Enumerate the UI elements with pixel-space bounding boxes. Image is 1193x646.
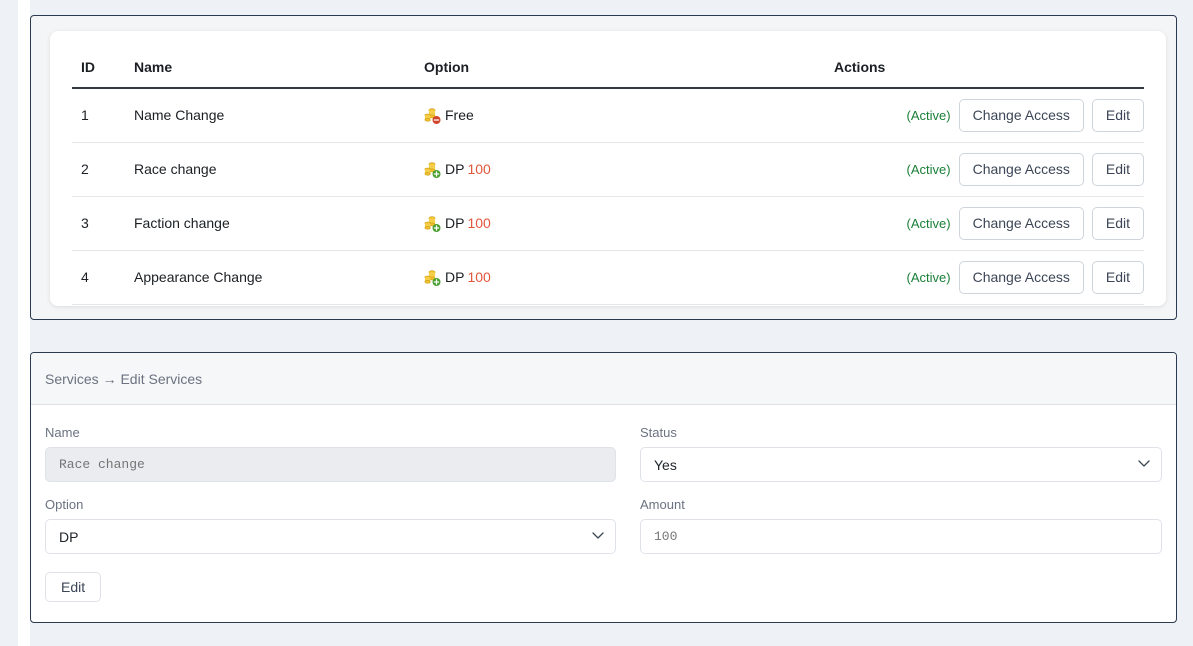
table-row: 3 Faction change DP 100 (Active) Change Acces… (72, 196, 1144, 251)
table-header-row: ID Name Option Actions (72, 31, 1144, 89)
column-header-option: Option (424, 31, 834, 89)
cell-name: Name Change (134, 88, 424, 143)
cell-id: 1 (72, 88, 134, 143)
field-status: Status YesNo (640, 425, 1162, 482)
cell-id: 2 (72, 142, 134, 197)
services-table: ID Name Option Actions 1 Name Change Free (… (72, 31, 1144, 305)
page-left-gutter (0, 0, 18, 646)
option-select[interactable]: DPFree (45, 519, 616, 554)
cell-option: DP 100 (424, 142, 834, 197)
cell-name: Race change (134, 142, 424, 197)
option-amount: 100 (467, 214, 491, 231)
field-amount: Amount (640, 497, 1162, 554)
coins-plus-icon (424, 215, 441, 232)
status-badge: (Active) (906, 107, 951, 123)
cell-id: 3 (72, 196, 134, 251)
cell-id: 4 (72, 250, 134, 305)
column-header-actions: Actions (834, 31, 1144, 89)
coins-plus-icon (424, 161, 441, 178)
change-access-button[interactable]: Change Access (958, 260, 1084, 294)
edit-button[interactable]: Edit (1091, 152, 1144, 186)
table-row: 4 Appearance Change DP 100 (Active) Change Ac… (72, 250, 1144, 305)
coins-minus-icon (424, 107, 441, 124)
cell-option: DP 100 (424, 196, 834, 251)
services-table-header: ID Name Option Actions (72, 31, 1144, 89)
services-table-body: 1 Name Change Free (Active) Change Access Edi… (72, 88, 1144, 305)
services-table-panel: ID Name Option Actions 1 Name Change Free (… (30, 15, 1177, 320)
amount-input[interactable] (640, 519, 1162, 554)
status-badge: (Active) (906, 215, 951, 231)
cell-option: DP 100 (424, 250, 834, 305)
cell-actions: (Active) Change Access Edit (834, 250, 1144, 305)
label-name: Name (45, 425, 80, 440)
cell-actions: (Active) Change Access Edit (834, 196, 1144, 251)
table-row: 2 Race change DP 100 (Active) Change Access Ed… (72, 142, 1144, 197)
edit-button[interactable]: Edit (1091, 260, 1144, 294)
table-row: 1 Name Change Free (Active) Change Access Edi… (72, 88, 1144, 143)
form-actions: Edit (45, 572, 616, 602)
services-table-card: ID Name Option Actions 1 Name Change Free (… (50, 31, 1166, 306)
option-amount: 100 (467, 160, 491, 177)
row-actions: (Active) Change Access Edit (834, 152, 1144, 186)
column-header-name: Name (134, 31, 424, 89)
coins-plus-icon (424, 269, 441, 286)
row-actions: (Active) Change Access Edit (834, 99, 1144, 132)
name-input[interactable] (45, 447, 616, 482)
label-status: Status (640, 425, 677, 440)
cell-actions: (Active) Change Access Edit (834, 88, 1144, 143)
status-badge: (Active) (906, 269, 951, 285)
page-left-white-strip (18, 0, 30, 646)
label-option: Option (45, 497, 84, 512)
status-select[interactable]: YesNo (640, 447, 1162, 482)
option-label: DP (445, 214, 465, 231)
change-access-button[interactable]: Change Access (958, 206, 1084, 240)
label-amount: Amount (640, 497, 685, 512)
field-name: Name (45, 425, 616, 482)
option-label: Free (445, 106, 474, 123)
field-option: Option DPFree (45, 497, 616, 554)
row-actions: (Active) Change Access Edit (834, 206, 1144, 240)
option-label: DP (445, 268, 465, 285)
column-header-id: ID (72, 31, 134, 89)
edit-button[interactable]: Edit (1091, 206, 1144, 240)
cell-option: Free (424, 88, 834, 143)
cell-actions: (Active) Change Access Edit (834, 142, 1144, 197)
edit-services-panel: Services → Edit Services Name Status Yes… (30, 352, 1177, 623)
option-amount: 100 (467, 268, 491, 285)
edit-button[interactable]: Edit (1091, 99, 1144, 132)
option-label: DP (445, 160, 465, 177)
row-actions: (Active) Change Access Edit (834, 260, 1144, 294)
edit-submit-button[interactable]: Edit (45, 572, 102, 602)
edit-services-header: Services → Edit Services (31, 353, 1176, 405)
cell-name: Faction change (134, 196, 424, 251)
breadcrumb: Services → Edit Services (45, 370, 203, 387)
change-access-button[interactable]: Change Access (958, 152, 1084, 186)
cell-name: Appearance Change (134, 250, 424, 305)
change-access-button[interactable]: Change Access (958, 99, 1084, 132)
edit-services-form: Name Status YesNo Option DPFree (31, 405, 1176, 602)
status-badge: (Active) (906, 161, 951, 177)
